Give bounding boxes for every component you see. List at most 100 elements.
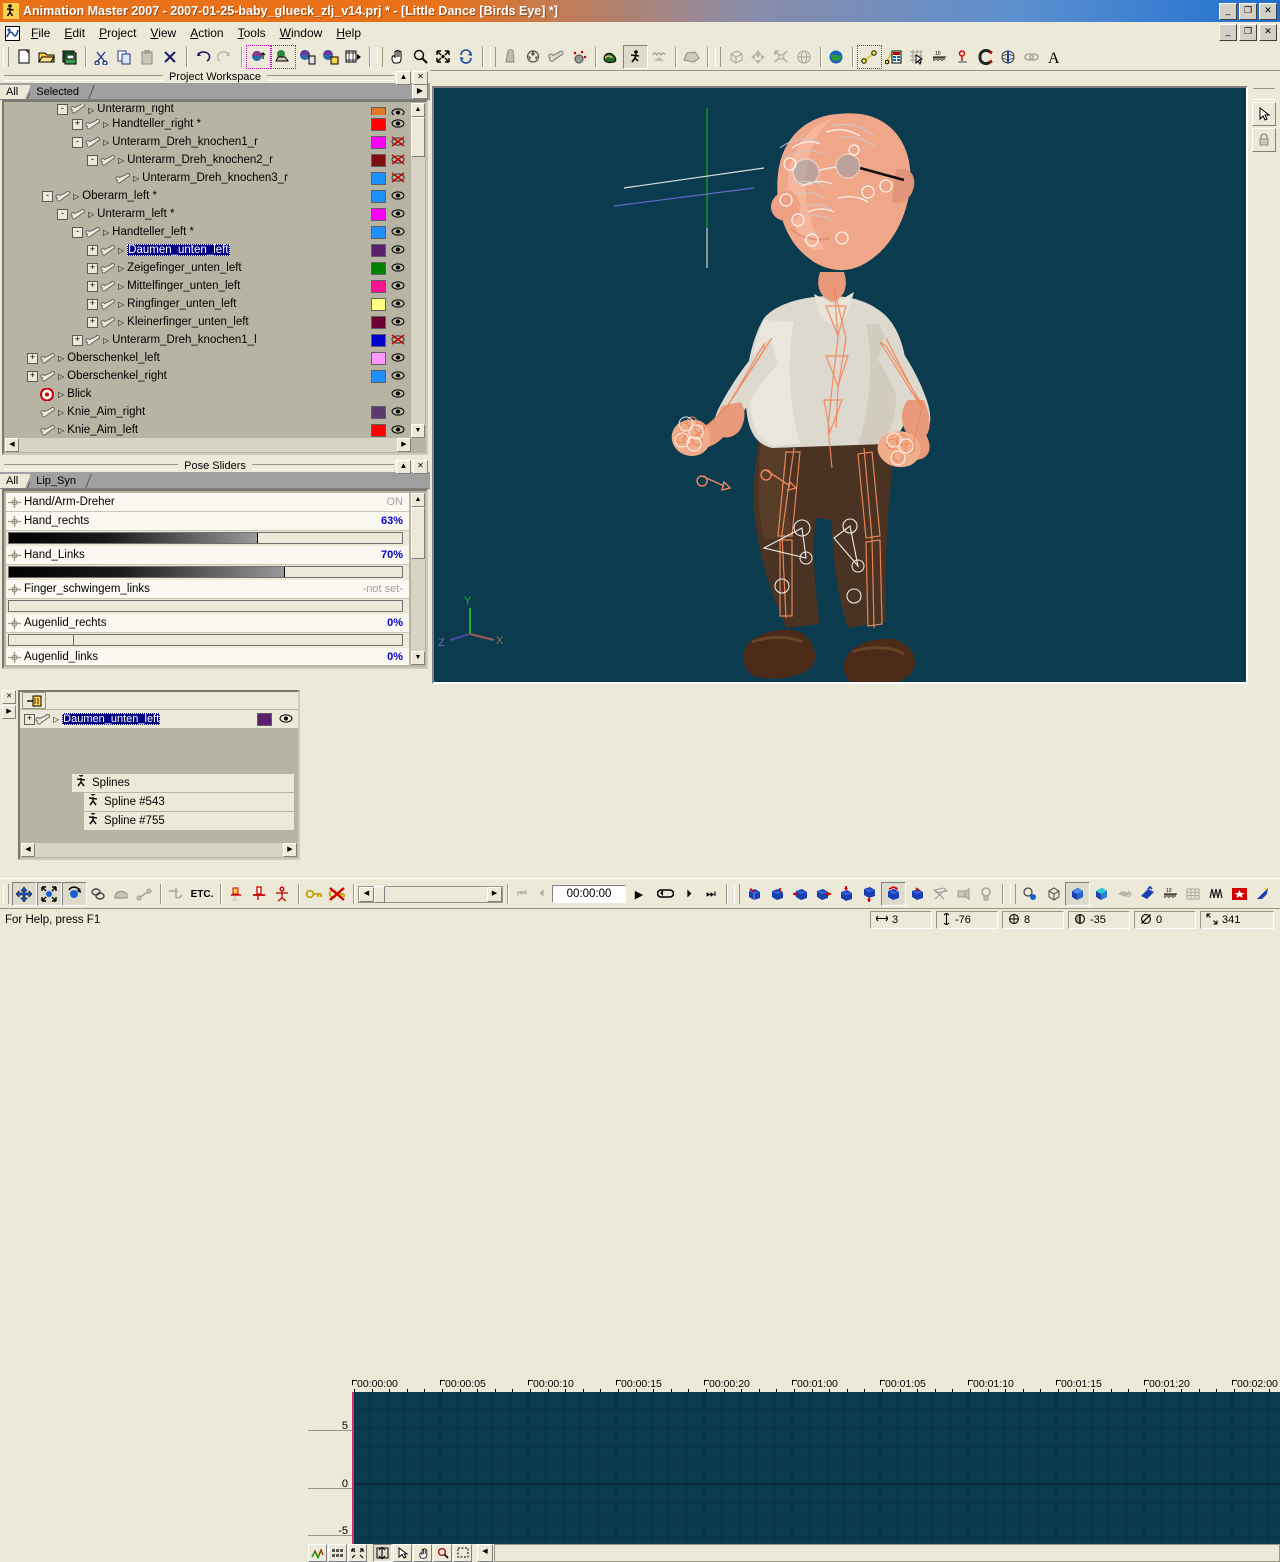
- mdi-document-icon[interactable]: [5, 26, 20, 41]
- tree-row[interactable]: +▷Daumen_unten_left: [6, 241, 410, 259]
- scale-box-icon[interactable]: [770, 46, 793, 68]
- tree-row[interactable]: +▷Zeigefinger_unten_left: [6, 259, 410, 277]
- tree-row-color-swatch[interactable]: [371, 208, 386, 221]
- view-bulb-icon[interactable]: [975, 883, 998, 905]
- tree-row-color-swatch[interactable]: [371, 316, 386, 329]
- grid-select-icon[interactable]: [905, 46, 928, 68]
- view-ortho-icon[interactable]: [929, 883, 952, 905]
- eye-icon[interactable]: [391, 334, 405, 345]
- new-action-icon[interactable]: [296, 46, 319, 68]
- tree-row[interactable]: ▷Unterarm_Dreh_knochen3_r: [6, 169, 410, 187]
- tree-row-color-swatch[interactable]: [371, 190, 386, 203]
- menu-help[interactable]: Help: [329, 24, 368, 42]
- pose-vertical-scrollbar[interactable]: ▲ ▼: [411, 493, 425, 665]
- rock-icon[interactable]: [680, 46, 703, 68]
- tree-disclosure-triangle[interactable]: ▷: [88, 210, 94, 219]
- tree-row[interactable]: -▷Oberarm_left *: [6, 187, 410, 205]
- tree-expand-toggle[interactable]: +: [87, 245, 98, 256]
- timeline-object-row[interactable]: + ▷ Daumen_unten_left: [20, 710, 298, 729]
- spline-row-1[interactable]: Spline #543: [84, 793, 294, 812]
- tree-expand-toggle[interactable]: +: [27, 371, 38, 382]
- tree-expand-toggle[interactable]: +: [87, 317, 98, 328]
- render-film-icon[interactable]: [342, 46, 365, 68]
- view-top-icon[interactable]: [835, 883, 858, 905]
- grid-icon[interactable]: [1182, 883, 1205, 905]
- menu-tools[interactable]: Tools: [231, 24, 273, 42]
- tree-scroll-down-button[interactable]: ▼: [411, 424, 425, 438]
- shade-toolbar-grip[interactable]: [1010, 884, 1016, 904]
- tree-scroll-up-button[interactable]: ▲: [411, 103, 425, 117]
- transport-play-button[interactable]: ▶: [626, 883, 652, 905]
- view-left-icon[interactable]: [789, 883, 812, 905]
- panel-collapse-button[interactable]: ▲: [396, 71, 411, 85]
- arrow-cursor-icon[interactable]: [1252, 102, 1276, 126]
- eye-icon[interactable]: [391, 244, 405, 255]
- eye-icon[interactable]: [391, 262, 405, 273]
- transport-first-button[interactable]: ⏮: [512, 883, 532, 905]
- tree-expand-toggle[interactable]: +: [72, 335, 83, 346]
- tree-row[interactable]: ▷Knie_Aim_right: [6, 403, 410, 421]
- tree-row[interactable]: -▷Unterarm_Dreh_knochen2_r: [6, 151, 410, 169]
- shaded-wire-icon[interactable]: [1090, 883, 1113, 905]
- playhead[interactable]: [352, 1392, 354, 1544]
- lock-icon[interactable]: [1252, 128, 1276, 152]
- tree-row-color-swatch[interactable]: [371, 107, 386, 115]
- tab-pose-all[interactable]: All: [0, 474, 25, 488]
- tree-expand-toggle[interactable]: +: [27, 353, 38, 364]
- current-time-field[interactable]: 00:00:00: [552, 885, 626, 903]
- tree-row[interactable]: -▷Unterarm_left *: [6, 205, 410, 223]
- transport-prev-button[interactable]: ⏴: [532, 883, 552, 905]
- spline-curve-icon[interactable]: [308, 1544, 327, 1562]
- key-tangent-icon[interactable]: [165, 883, 188, 905]
- tree-row-color-swatch[interactable]: [371, 406, 386, 419]
- bend-icon[interactable]: [110, 883, 133, 905]
- project-workspace-titlebar[interactable]: Project Workspace ▲ ✕: [0, 70, 430, 83]
- ruler-icon[interactable]: 10: [1159, 883, 1182, 905]
- tree-scroll-right-button[interactable]: ▶: [397, 438, 411, 452]
- graph-hscrollbar[interactable]: [494, 1544, 1280, 1562]
- tree-row[interactable]: +▷Ringfinger_unten_left: [6, 295, 410, 313]
- shaded-icon[interactable]: [1065, 882, 1090, 906]
- pose-target-icon[interactable]: [8, 497, 21, 508]
- timeline-disclosure-triangle[interactable]: ▷: [53, 715, 59, 724]
- pose-slider-row[interactable]: Augenlid_links0%: [6, 648, 409, 665]
- tree-row-color-swatch[interactable]: [371, 298, 386, 311]
- key-add-icon[interactable]: [303, 883, 326, 905]
- new-model-icon[interactable]: [246, 45, 271, 69]
- transport-loop-button[interactable]: [652, 883, 678, 905]
- tree-row[interactable]: +▷Oberschenkel_right: [6, 367, 410, 385]
- frame-slider-right-arrow[interactable]: ▶: [487, 887, 502, 902]
- view-toolbar-grip[interactable]: [734, 884, 740, 904]
- timeline-expand-toggle[interactable]: +: [24, 714, 35, 725]
- rotate-view-icon[interactable]: [455, 46, 478, 68]
- delete-x-icon[interactable]: [159, 46, 182, 68]
- frame-slider[interactable]: ◀ ▶: [358, 886, 503, 903]
- menu-window[interactable]: Window: [273, 24, 330, 42]
- tree-expand-toggle[interactable]: +: [87, 281, 98, 292]
- tree-horizontal-scrollbar[interactable]: ◀ ▶: [5, 438, 411, 452]
- new-material-icon[interactable]: [271, 45, 296, 69]
- marquee-select-icon[interactable]: [453, 1544, 472, 1562]
- tab-selected[interactable]: Selected: [30, 85, 86, 99]
- pose-slider-track[interactable]: [8, 566, 403, 578]
- tree-expand-toggle[interactable]: -: [57, 209, 68, 220]
- magnet-icon[interactable]: [974, 46, 997, 68]
- globe-wire-icon[interactable]: [793, 46, 816, 68]
- tree-row-color-swatch[interactable]: [371, 244, 386, 257]
- tree-disclosure-triangle[interactable]: ▷: [58, 354, 64, 363]
- tree-row-color-swatch[interactable]: [371, 262, 386, 275]
- copy-icon[interactable]: [113, 46, 136, 68]
- tree-row[interactable]: +▷Kleinerfinger_unten_left: [6, 313, 410, 331]
- timeline-object-color-swatch[interactable]: [257, 713, 272, 726]
- tab-lip-syn[interactable]: Lip_Syn: [30, 474, 83, 488]
- tree-expand-toggle[interactable]: -: [72, 137, 83, 148]
- tree-row[interactable]: -▷Handteller_left *: [6, 223, 410, 241]
- keyframe-all-icon[interactable]: [248, 883, 271, 905]
- view-bottom-icon[interactable]: [858, 883, 881, 905]
- toolbar-grip-2[interactable]: [377, 47, 383, 67]
- pose-scroll-thumb[interactable]: [411, 507, 425, 559]
- tree-disclosure-triangle[interactable]: ▷: [118, 156, 124, 165]
- pose-slider-row[interactable]: Finger_schwingem_links-not set-: [6, 580, 409, 599]
- view-back-icon[interactable]: [766, 883, 789, 905]
- pose-scroll-down-button[interactable]: ▼: [411, 651, 425, 665]
